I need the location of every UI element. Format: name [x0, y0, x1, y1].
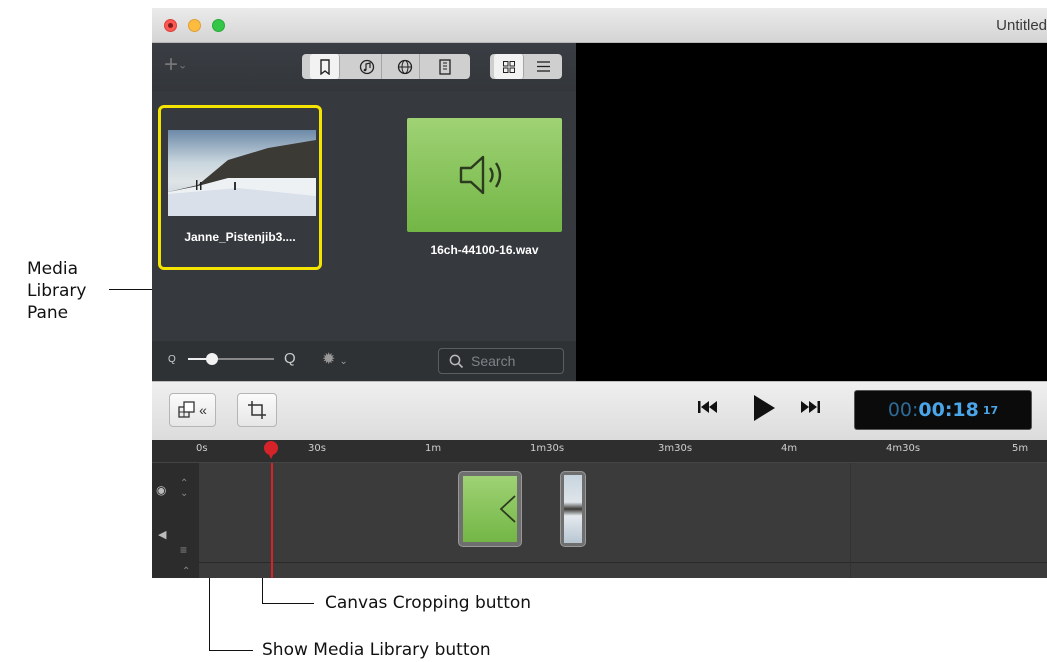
annotation-line-3: Pane [27, 303, 69, 323]
tick-label: 5m [1012, 443, 1029, 454]
tick-label: 3m30s [658, 443, 693, 454]
annotation-line-2: Library [27, 281, 87, 301]
grid-line [850, 463, 851, 578]
grid-icon [502, 60, 515, 73]
tab-documents[interactable] [310, 54, 340, 79]
media-library-icon [178, 401, 195, 418]
show-media-library-button[interactable]: « [169, 393, 216, 427]
add-media-button[interactable]: +⌄ [164, 53, 200, 79]
thumbnail-size-slider[interactable] [188, 352, 274, 366]
zoom-window-button[interactable] [212, 19, 225, 32]
track-separator [199, 562, 1047, 563]
skip-forward-icon [801, 401, 820, 413]
chevron-down-icon: ⌄ [178, 59, 188, 72]
view-mode-toggle [490, 54, 562, 79]
timeline-ruler[interactable]: 0s 30s 1m 1m30s 3m30s 4m 4m30s 5m [152, 440, 1047, 463]
canvas-viewer [576, 43, 1047, 381]
tick-label: 1m30s [530, 443, 565, 454]
annotation-line-1: Media [27, 259, 79, 279]
list-view-button[interactable] [528, 54, 558, 79]
window-title: Untitled [996, 17, 1047, 34]
double-chevron-left-icon: « [199, 402, 207, 418]
timecode-hours: 00: [887, 399, 919, 421]
source-tabs [302, 54, 470, 79]
transport-toolbar: « 00: 00:18 17 [152, 381, 1047, 441]
annotation-leader-canvas-crop-h [262, 603, 314, 604]
track-header: ◉ ⌃ ⌄ ◀ ≡ ⌃ [152, 463, 199, 578]
music-icon [359, 59, 374, 74]
title-bar: Untitled [152, 8, 1047, 43]
tick-label: 4m30s [886, 443, 921, 454]
tab-web[interactable] [390, 54, 420, 79]
tick-label: 30s [308, 443, 326, 454]
tick-label: 0s [196, 443, 208, 454]
timeline-tracks: ◉ ⌃ ⌄ ◀ ≡ ⌃ [152, 463, 1047, 578]
chevron-up-icon[interactable]: ⌃ [182, 566, 190, 577]
timecode-display: 00: 00:18 17 [854, 390, 1032, 430]
media-item-audio[interactable]: 16ch-44100-16.wav [402, 115, 562, 265]
speaker-icon [459, 155, 501, 195]
timecode-frames: 17 [982, 403, 999, 417]
speaker-icon[interactable]: ◀ [158, 528, 166, 541]
document-icon [319, 58, 330, 75]
library-header: +⌄ [152, 43, 576, 91]
audio-thumbnail [407, 118, 562, 232]
gear-icon: ✹ [322, 351, 336, 368]
playhead-pointer [268, 453, 274, 459]
play-icon [754, 395, 775, 421]
tick-label: 4m [781, 443, 798, 454]
audio-clip[interactable] [458, 471, 522, 547]
play-button[interactable] [752, 394, 776, 427]
speaker-icon [499, 495, 516, 523]
crop-icon [248, 401, 266, 419]
rewind-button[interactable] [698, 400, 718, 419]
slider-thumb[interactable] [206, 353, 218, 365]
tab-music[interactable] [352, 54, 382, 79]
library-footer: Q Q ✹ ⌄ Search [152, 341, 576, 381]
media-library-pane: +⌄ Janne_Pistenjib3.... 16ch-44100-16.wa… [152, 43, 576, 381]
app-window: Untitled +⌄ Janne_Pistenjib3.... 16ch-44… [152, 8, 1047, 578]
playhead-line [271, 463, 273, 578]
plus-icon: + [164, 51, 179, 78]
video-thumbnail [168, 130, 316, 216]
chevron-down-icon: ⌄ [339, 356, 348, 367]
tab-movies[interactable] [430, 54, 460, 79]
media-item-label: Janne_Pistenjib3.... [184, 230, 296, 244]
annotation-canvas-cropping: Canvas Cropping button [325, 593, 532, 613]
globe-icon [397, 59, 412, 74]
annotation-show-media-library: Show Media Library button [262, 640, 491, 660]
media-item-label: 16ch-44100-16.wav [430, 243, 539, 257]
zoom-small-icon: Q [168, 354, 176, 365]
search-placeholder: Search [471, 353, 516, 369]
close-window-button[interactable] [164, 19, 177, 32]
menu-icon[interactable]: ≡ [180, 543, 187, 557]
annotation-leader-show-library-h [209, 650, 253, 651]
video-clip-thumbnail [564, 475, 582, 543]
annotation-media-library-pane: Media Library Pane [27, 258, 86, 324]
grid-view-button[interactable] [494, 54, 524, 79]
canvas-cropping-button[interactable] [237, 393, 277, 427]
video-clip[interactable] [560, 471, 586, 547]
skip-back-icon [698, 401, 717, 413]
timecode-main: 00:18 [918, 399, 979, 421]
fast-forward-button[interactable] [800, 400, 820, 419]
eye-icon[interactable]: ◉ [156, 483, 166, 497]
minimize-window-button[interactable] [188, 19, 201, 32]
search-icon [449, 354, 464, 369]
zoom-large-icon: Q [284, 350, 296, 367]
list-icon [536, 61, 550, 72]
track-chevrons-icon[interactable]: ⌃ ⌄ [180, 479, 188, 499]
search-field[interactable]: Search [438, 348, 564, 374]
audio-clip-thumbnail [463, 476, 517, 542]
library-settings-button[interactable]: ✹ ⌄ [322, 349, 348, 369]
film-icon [439, 58, 451, 75]
media-item-video[interactable]: Janne_Pistenjib3.... [158, 105, 322, 270]
tick-label: 1m [425, 443, 442, 454]
snowy-hill-image [168, 140, 316, 216]
